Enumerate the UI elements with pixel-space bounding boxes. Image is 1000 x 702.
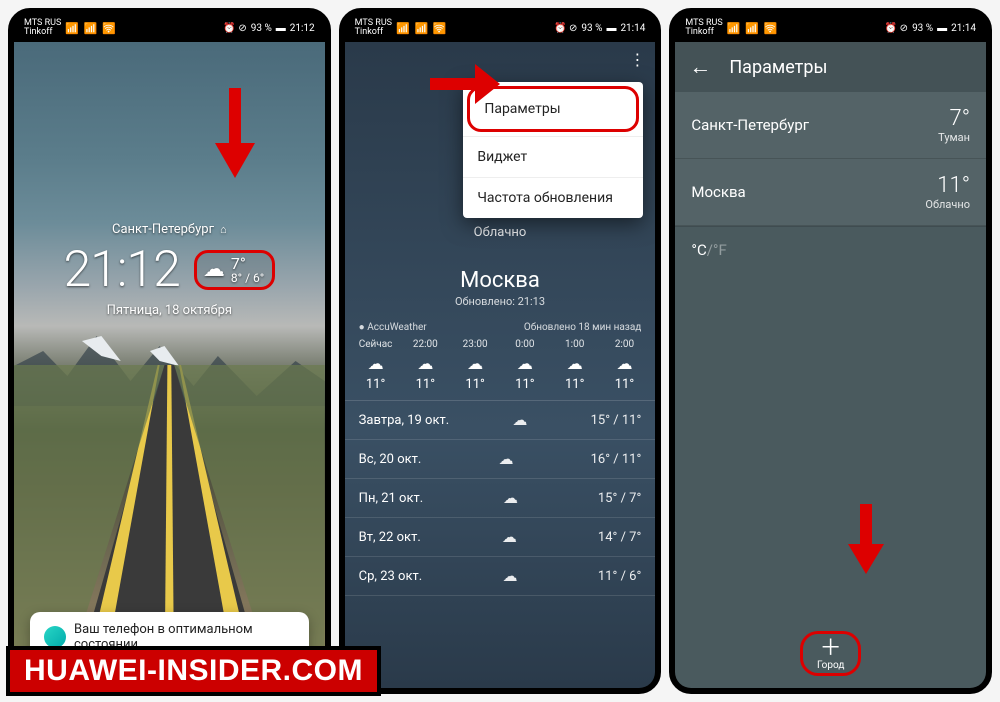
temp-range: 8° / 6° bbox=[231, 272, 264, 285]
hour-cell: 1:00☁11° bbox=[550, 339, 600, 392]
menu-item-refresh-rate[interactable]: Частота обновления bbox=[463, 177, 643, 218]
home-icon: ⌂ bbox=[220, 223, 227, 236]
status-bar: MTS RUS Tinkoff 📶 📶 🛜 ⏰ ⊘ 93 % ▬ 21:12 bbox=[14, 14, 325, 42]
weather-badge[interactable]: ☁ 7° 8° / 6° bbox=[194, 250, 275, 291]
add-city-button[interactable]: ＋ Город bbox=[800, 631, 861, 676]
unit-toggle[interactable]: °C/°F bbox=[675, 226, 986, 273]
status-bar: MTS RUS Tinkoff 📶 📶 🛜 ⏰ ⊘ 93 % ▬ 21:14 bbox=[675, 14, 986, 42]
widget-city: Санкт-Петербург bbox=[112, 222, 214, 237]
battery-percent: 93 % bbox=[251, 23, 272, 34]
temp-now: 7° bbox=[231, 255, 264, 273]
overflow-menu: Параметры Виджет Частота обновления bbox=[463, 82, 643, 218]
day-row[interactable]: Пн, 21 окт.☁15° / 7° bbox=[345, 479, 656, 518]
add-city-label: Город bbox=[817, 660, 844, 671]
widget-clock: 21:12 bbox=[63, 241, 179, 299]
app-bar: ← Параметры bbox=[675, 42, 986, 92]
carrier-2: Tinkoff bbox=[24, 28, 61, 37]
status-time: 21:12 bbox=[290, 23, 315, 34]
battery-icon: ▬ bbox=[276, 23, 286, 34]
menu-item-widget[interactable]: Виджет bbox=[463, 136, 643, 177]
day-row[interactable]: Завтра, 19 окт.☁15° / 11° bbox=[345, 401, 656, 440]
signal-icons: 📶 📶 🛜 bbox=[65, 22, 117, 35]
hourly-forecast[interactable]: Сейчас☁11°22:00☁11°23:00☁11°0:00☁11°1:00… bbox=[345, 339, 656, 392]
hour-cell: 22:00☁11° bbox=[400, 339, 450, 392]
day-row[interactable]: Ср, 23 окт.☁11° / 6° bbox=[345, 557, 656, 596]
hour-cell: 0:00☁11° bbox=[500, 339, 550, 392]
provider-label: ● AccuWeather bbox=[359, 322, 427, 333]
daily-forecast[interactable]: Завтра, 19 окт.☁15° / 11°Вс, 20 окт.☁16°… bbox=[345, 400, 656, 596]
city-list: Санкт-Петербург7°ТуманМосква11°Облачно bbox=[675, 92, 986, 226]
phone-weather-app: MTS RUS Tinkoff 📶 📶 🛜 ⏰ ⊘ 93 % ▬ 21:14 ⋮… bbox=[339, 8, 662, 694]
status-time: 21:14 bbox=[620, 23, 645, 34]
cloud-icon: ☁ bbox=[203, 259, 225, 281]
city-card[interactable]: Москва11°Облачно bbox=[675, 159, 986, 226]
appbar-title: Параметры bbox=[729, 57, 827, 78]
phone-weather-settings: MTS RUS Tinkoff 📶 📶 🛜 ⏰ ⊘ 93 % ▬ 21:14 ←… bbox=[669, 8, 992, 694]
overflow-menu-icon[interactable]: ⋮ bbox=[629, 50, 645, 69]
back-icon[interactable]: ← bbox=[689, 54, 711, 80]
city-card[interactable]: Санкт-Петербург7°Туман bbox=[675, 92, 986, 159]
unit-celsius: °C bbox=[691, 241, 706, 259]
watermark: HUAWEI-INSIDER.COM bbox=[6, 646, 381, 696]
weather-widget[interactable]: Санкт-Петербург ⌂ 21:12 ☁ 7° 8° / 6° Пят… bbox=[14, 222, 325, 318]
updated-label: Обновлено: 21:13 bbox=[345, 295, 656, 308]
hour-cell: Сейчас☁11° bbox=[351, 339, 401, 392]
plus-icon: ＋ bbox=[820, 638, 842, 660]
widget-date: Пятница, 18 октября bbox=[14, 303, 325, 318]
city-name: Москва bbox=[345, 268, 656, 293]
day-row[interactable]: Вт, 22 окт.☁14° / 7° bbox=[345, 518, 656, 557]
menu-item-settings[interactable]: Параметры bbox=[467, 86, 639, 132]
hour-cell: 23:00☁11° bbox=[450, 339, 500, 392]
notif-app-icon bbox=[44, 626, 66, 648]
day-row[interactable]: Вс, 20 окт.☁16° / 11° bbox=[345, 440, 656, 479]
unit-fahrenheit: /°F bbox=[707, 241, 727, 259]
alarm-icon: ⏰ ⊘ bbox=[223, 23, 246, 34]
phone-lockscreen: MTS RUS Tinkoff 📶 📶 🛜 ⏰ ⊘ 93 % ▬ 21:12 bbox=[8, 8, 331, 694]
provider-updated: Обновлено 18 мин назад bbox=[524, 322, 641, 333]
condition-label: Облачно bbox=[345, 225, 656, 240]
status-bar: MTS RUS Tinkoff 📶 📶 🛜 ⏰ ⊘ 93 % ▬ 21:14 bbox=[345, 14, 656, 42]
hour-cell: 2:00☁11° bbox=[600, 339, 650, 392]
status-time: 21:14 bbox=[951, 23, 976, 34]
